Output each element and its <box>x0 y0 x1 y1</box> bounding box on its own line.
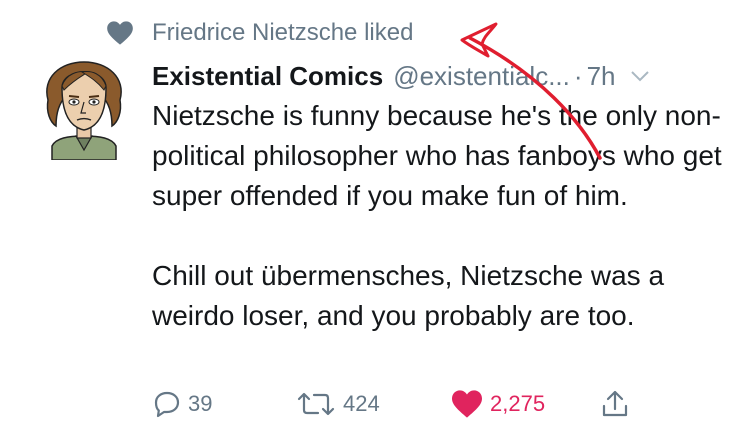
reply-count: 39 <box>188 391 213 416</box>
author-handle[interactable]: @existentialc... <box>393 61 570 92</box>
tweet-header: Existential Comics @existentialc... · 7h <box>152 58 651 94</box>
heart-icon <box>107 21 133 45</box>
retweet-icon <box>297 392 335 416</box>
like-button[interactable]: 2,275 <box>450 384 545 424</box>
separator-dot: · <box>573 60 583 91</box>
reply-icon <box>154 391 180 418</box>
tweet-paragraph: Nietzsche is funny because he's the only… <box>152 100 722 211</box>
avatar[interactable] <box>42 60 126 160</box>
retweet-count: 424 <box>343 391 380 416</box>
reply-button[interactable]: 39 <box>152 384 212 424</box>
heart-filled-icon <box>452 390 482 418</box>
share-button[interactable] <box>600 384 630 424</box>
author-name[interactable]: Existential Comics <box>152 61 383 92</box>
like-count: 2,275 <box>490 391 546 416</box>
tweet-time[interactable]: 7h <box>587 61 616 92</box>
tweet-text: Nietzsche is funny because he's the only… <box>152 96 727 336</box>
tweet-paragraph: Chill out übermensches, Nietzsche was a … <box>152 260 665 331</box>
liked-by-text[interactable]: Friedrice Nietzsche liked <box>152 19 413 47</box>
retweet-button[interactable]: 424 <box>295 384 380 424</box>
share-icon <box>602 390 628 417</box>
chevron-down-icon[interactable] <box>629 65 651 87</box>
tweet-actions: 39 424 2,275 <box>152 384 652 424</box>
liked-by-row: Friedrice Nietzsche liked <box>106 16 413 50</box>
